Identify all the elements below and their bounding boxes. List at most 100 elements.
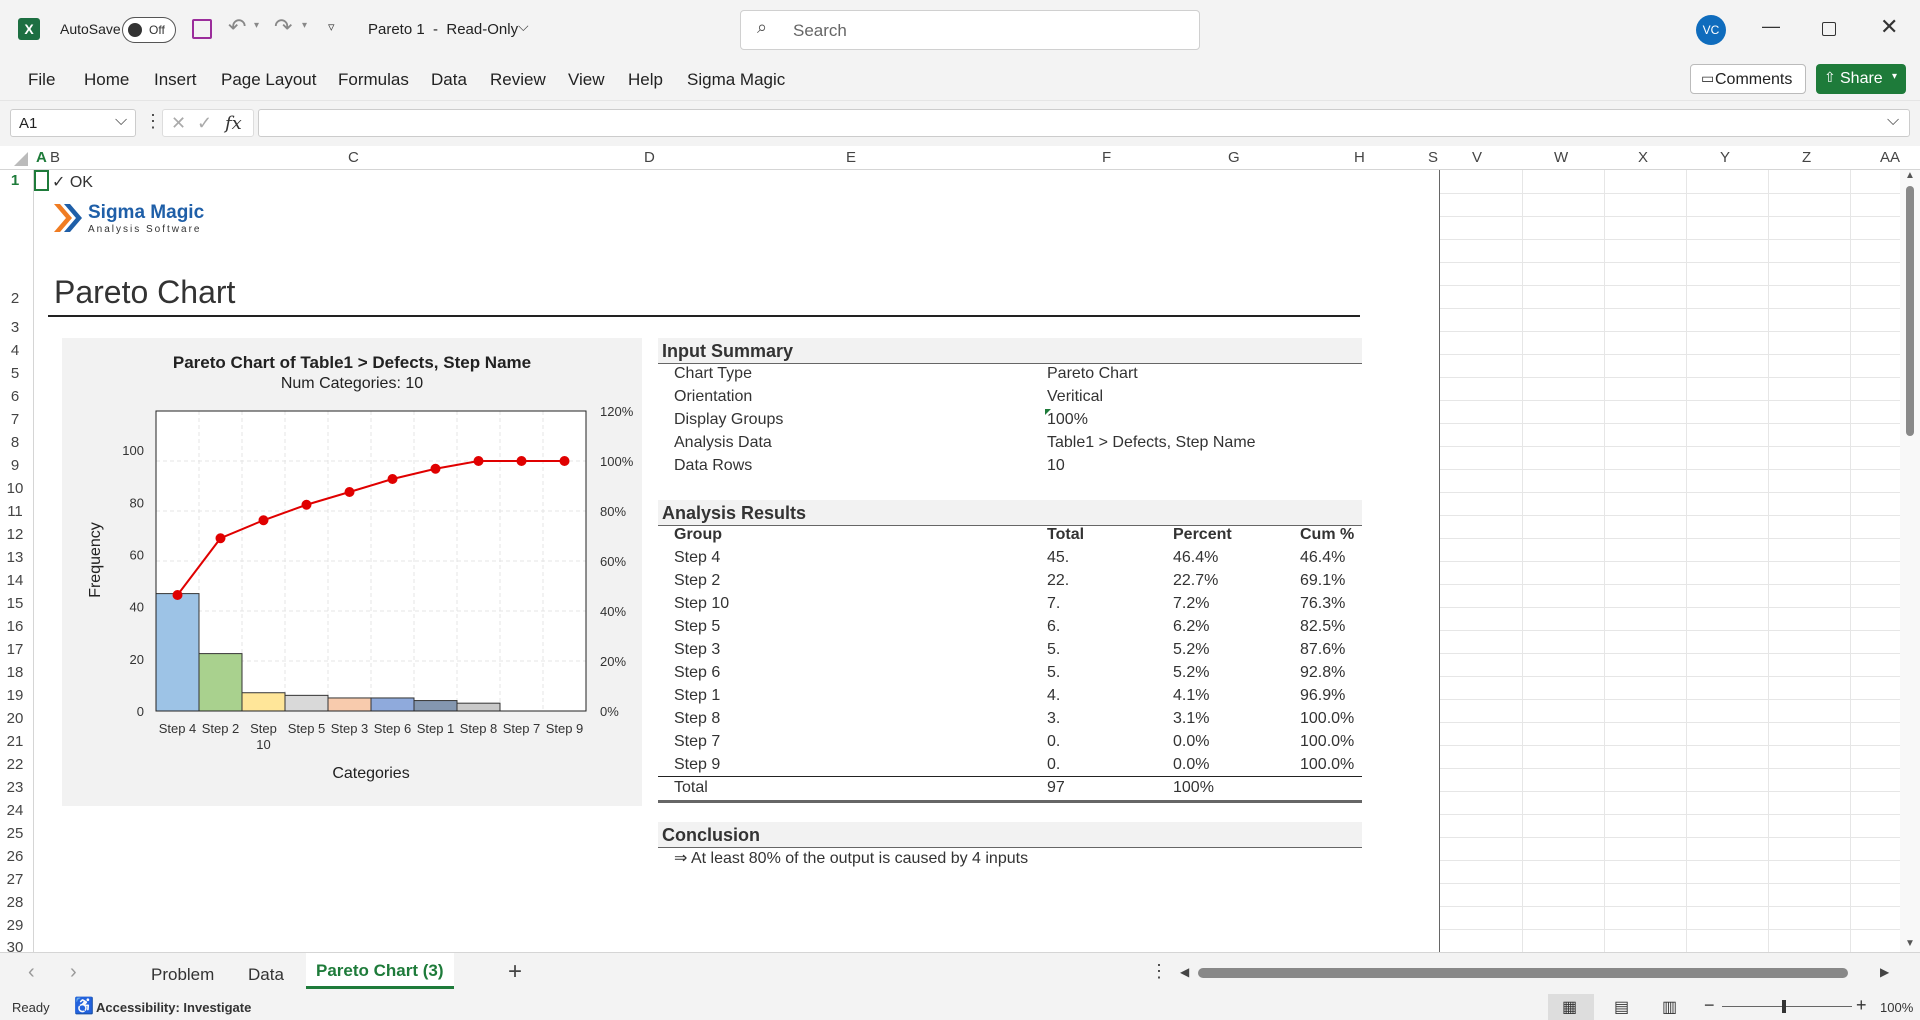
title-dropdown-icon[interactable]: ⌵ — [518, 18, 529, 35]
tab-file[interactable]: File — [28, 70, 55, 90]
column-header-x[interactable]: X — [1638, 149, 1648, 166]
accessibility-icon[interactable]: ♿ — [74, 996, 94, 1016]
row-header[interactable]: 4 — [0, 342, 30, 359]
zoom-in-icon[interactable]: + — [1856, 995, 1867, 1016]
horizontal-scroll-thumb[interactable] — [1198, 968, 1848, 978]
row-header[interactable]: 20 — [0, 710, 30, 727]
row-header[interactable]: 17 — [0, 641, 30, 658]
row-header[interactable]: 5 — [0, 365, 30, 382]
comments-button[interactable]: ▭ Comments — [1690, 64, 1806, 94]
tab-sigma-magic[interactable]: Sigma Magic — [687, 70, 785, 90]
column-header-aa[interactable]: AA — [1880, 149, 1900, 166]
row-header[interactable]: 3 — [0, 319, 30, 336]
row-header[interactable]: 25 — [0, 825, 30, 842]
tab-page-layout[interactable]: Page Layout — [221, 70, 316, 90]
column-header-w[interactable]: W — [1554, 149, 1568, 166]
tab-review[interactable]: Review — [490, 70, 546, 90]
zoom-level[interactable]: 100% — [1880, 1000, 1913, 1015]
column-header-f[interactable]: F — [1102, 149, 1111, 166]
scroll-up-icon[interactable]: ▲ — [1905, 170, 1915, 181]
row-header[interactable]: 12 — [0, 526, 30, 543]
column-header-e[interactable]: E — [846, 149, 856, 166]
tab-data[interactable]: Data — [431, 70, 467, 90]
tab-home[interactable]: Home — [84, 70, 129, 90]
pareto-chart-panel[interactable]: Pareto Chart of Table1 > Defects, Step N… — [62, 338, 642, 806]
share-button[interactable]: ⇧ Share ▾ — [1816, 64, 1906, 94]
redo-dropdown-icon[interactable]: ▾ — [302, 20, 307, 31]
document-title[interactable]: Pareto 1 - Read-Only — [368, 21, 518, 38]
undo-icon[interactable]: ↶ — [228, 14, 246, 40]
row-header[interactable]: 7 — [0, 411, 30, 428]
column-header-b[interactable]: B — [50, 149, 60, 166]
minimize-icon[interactable]: — — [1762, 16, 1780, 37]
row-header[interactable]: 23 — [0, 779, 30, 796]
insert-function-icon[interactable]: fx — [225, 113, 242, 134]
row-header[interactable]: 11 — [0, 503, 30, 520]
undo-dropdown-icon[interactable]: ▾ — [254, 20, 259, 31]
column-header-a[interactable]: A — [36, 149, 47, 166]
sheet-tab-data[interactable]: Data — [248, 965, 284, 985]
column-header-h[interactable]: H — [1354, 149, 1365, 166]
cancel-icon[interactable]: ✕ — [171, 113, 186, 134]
tab-help[interactable]: Help — [628, 70, 663, 90]
scroll-right-icon[interactable]: ▶ — [1880, 965, 1889, 979]
row-header[interactable]: 22 — [0, 756, 30, 773]
restore-icon[interactable] — [1822, 22, 1836, 36]
page-break-view-icon[interactable]: ▥ — [1662, 997, 1677, 1017]
row-header[interactable]: 9 — [0, 457, 30, 474]
vertical-scroll-thumb[interactable] — [1906, 186, 1914, 436]
row-header[interactable]: 6 — [0, 388, 30, 405]
customize-qat-icon[interactable]: ▿ — [328, 19, 335, 35]
row-header[interactable]: 21 — [0, 733, 30, 750]
tabs-options-icon[interactable]: ⋮ — [1150, 961, 1168, 982]
next-sheet-icon[interactable]: › — [70, 961, 77, 984]
name-box[interactable]: A1 ⌵ — [10, 109, 136, 137]
column-header-g[interactable]: G — [1228, 149, 1240, 166]
row-header[interactable]: 1 — [0, 172, 30, 189]
vertical-scrollbar[interactable]: ▲ ▼ — [1900, 170, 1920, 952]
row-header[interactable]: 29 — [0, 917, 30, 934]
row-header[interactable]: 27 — [0, 871, 30, 888]
column-header-z[interactable]: Z — [1802, 149, 1811, 166]
save-icon[interactable] — [192, 19, 212, 39]
row-header[interactable]: 19 — [0, 687, 30, 704]
prev-sheet-icon[interactable]: ‹ — [28, 961, 35, 984]
tab-insert[interactable]: Insert — [154, 70, 197, 90]
zoom-slider[interactable] — [1722, 1000, 1852, 1013]
scroll-left-icon[interactable]: ◀ — [1180, 965, 1189, 979]
column-header-s[interactable]: S — [1428, 149, 1438, 166]
row-header[interactable]: 14 — [0, 572, 30, 589]
row-header[interactable]: 8 — [0, 434, 30, 451]
enter-icon[interactable]: ✓ — [197, 113, 212, 134]
scroll-down-icon[interactable]: ▼ — [1905, 938, 1915, 949]
column-header-c[interactable]: C — [348, 149, 359, 166]
column-header-v[interactable]: V — [1472, 149, 1482, 166]
accessibility-status[interactable]: Accessibility: Investigate — [96, 1000, 251, 1015]
column-header-y[interactable]: Y — [1720, 149, 1730, 166]
tab-formulas[interactable]: Formulas — [338, 70, 409, 90]
add-sheet-icon[interactable]: + — [508, 958, 522, 986]
row-header[interactable]: 15 — [0, 595, 30, 612]
page-layout-view-icon[interactable]: ▤ — [1614, 997, 1629, 1017]
row-header[interactable]: 2 — [0, 290, 30, 307]
worksheet[interactable]: ✓ OK Sigma Magic Analysis Software Paret… — [34, 170, 1920, 952]
sheet-tab-pareto-chart-active[interactable]: Pareto Chart (3) — [306, 953, 454, 989]
row-header[interactable]: 13 — [0, 549, 30, 566]
row-header[interactable]: 16 — [0, 618, 30, 635]
search-box[interactable]: ⌕ Search — [740, 10, 1200, 50]
user-avatar[interactable]: VC — [1696, 15, 1726, 45]
normal-view-button[interactable]: ▦ — [1548, 994, 1594, 1020]
autosave-toggle[interactable]: Off — [122, 17, 176, 43]
redo-icon[interactable]: ↷ — [274, 14, 292, 40]
zoom-slider-thumb[interactable] — [1782, 1000, 1786, 1013]
select-all-corner[interactable] — [14, 152, 28, 166]
formula-input[interactable]: ⌵ — [258, 109, 1910, 137]
close-icon[interactable]: ✕ — [1880, 14, 1898, 40]
row-header[interactable]: 26 — [0, 848, 30, 865]
row-header[interactable]: 24 — [0, 802, 30, 819]
more-options-icon[interactable]: ⋮ — [144, 111, 162, 132]
column-header-d[interactable]: D — [644, 149, 655, 166]
zoom-out-icon[interactable]: − — [1704, 995, 1715, 1016]
row-header[interactable]: 28 — [0, 894, 30, 911]
sheet-tab-problem[interactable]: Problem — [151, 965, 214, 985]
